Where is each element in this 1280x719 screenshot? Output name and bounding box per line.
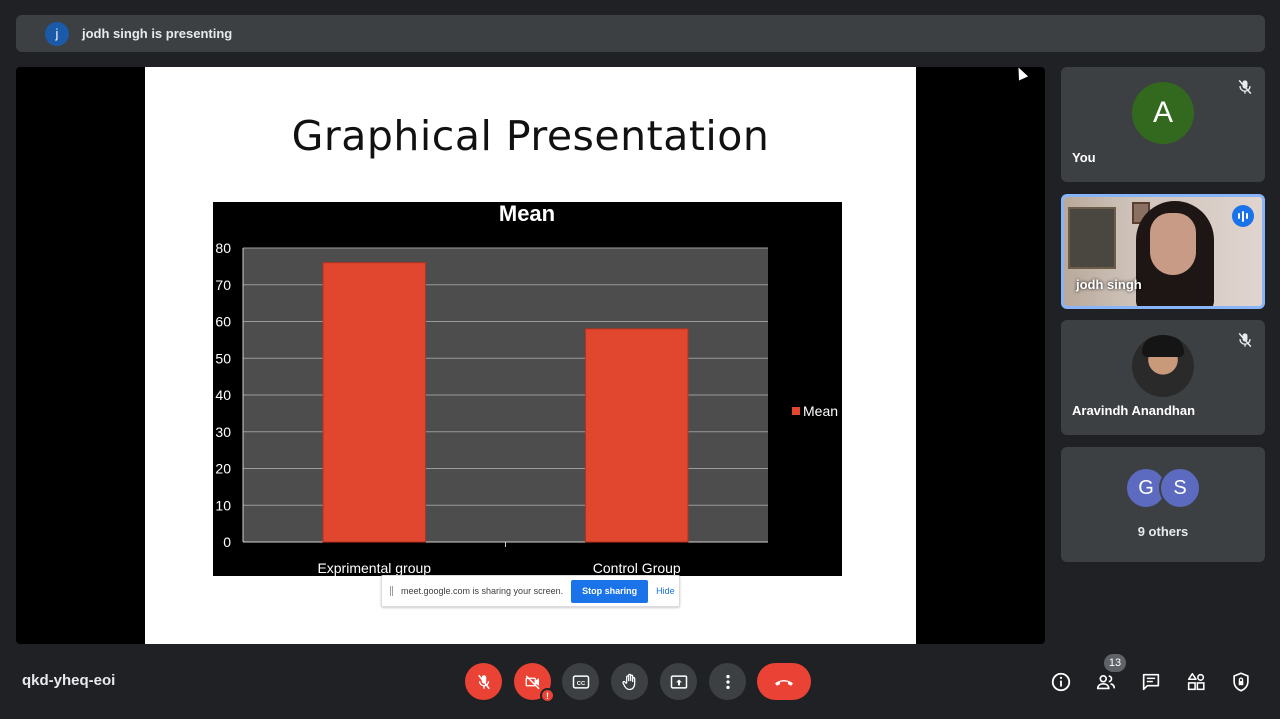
share-notice-text: meet.google.com is sharing your screen.	[401, 586, 564, 596]
x-tick-label: Control Group	[593, 560, 681, 576]
mic-off-icon	[1238, 79, 1252, 95]
more-icon	[725, 674, 730, 689]
mic-toggle-button[interactable]	[465, 663, 502, 700]
participant-name: You	[1072, 150, 1096, 165]
participant-tile-jodh-singh[interactable]: jodh singh	[1061, 194, 1265, 309]
camera-toggle-button[interactable]: !	[514, 663, 555, 703]
slide-title: Graphical Presentation	[291, 112, 770, 160]
participant-name: Aravindh Anandhan	[1072, 403, 1196, 418]
chat-icon	[1142, 673, 1160, 691]
presenting-text: jodh singh is presenting	[82, 26, 233, 41]
drag-handle-icon[interactable]	[390, 586, 393, 596]
meeting-details-button[interactable]	[1048, 669, 1074, 695]
y-tick-label: 80	[215, 240, 231, 256]
presentation-stage: Graphical Presentation 0 10 20 30 40 50 60 70 80…	[16, 67, 1045, 644]
video-background-board	[1068, 207, 1116, 269]
presenter-avatar: j	[45, 21, 69, 46]
raise-hand-button[interactable]	[611, 663, 648, 700]
video-person-face	[1150, 213, 1196, 275]
hide-notice-button[interactable]: Hide	[656, 586, 675, 596]
legend-label: Mean	[803, 403, 838, 419]
y-tick-label: 10	[215, 497, 231, 513]
participant-tile-aravindh[interactable]: Aravindh Anandhan	[1061, 320, 1265, 435]
leave-call-button[interactable]	[757, 663, 811, 700]
present-now-button[interactable]	[660, 663, 697, 700]
present-icon	[670, 674, 687, 689]
captions-button[interactable]: CC	[562, 663, 599, 700]
y-tick-label: 30	[215, 424, 231, 440]
others-count-label: 9 others	[1137, 524, 1189, 539]
mouse-cursor-icon	[1013, 67, 1029, 81]
y-tick-label: 0	[223, 534, 231, 550]
screen-share-notice: meet.google.com is sharing your screen. …	[381, 575, 680, 607]
bar	[322, 262, 426, 543]
stop-sharing-button[interactable]: Stop sharing	[571, 579, 649, 603]
captions-icon: CC	[572, 674, 589, 689]
others-avatars: G S	[1061, 467, 1265, 509]
end-call-icon	[775, 679, 793, 686]
avatar	[1132, 335, 1194, 397]
legend-swatch	[792, 407, 800, 415]
people-icon	[1096, 675, 1116, 690]
y-tick-label: 50	[215, 350, 231, 366]
participant-name: jodh singh	[1076, 277, 1142, 292]
info-icon	[1051, 672, 1071, 692]
y-tick-label: 70	[215, 277, 231, 293]
host-controls-icon	[1233, 672, 1249, 692]
x-tick-label: Exprimental group	[317, 560, 431, 576]
participant-tile-you[interactable]: A You	[1061, 67, 1265, 182]
bar-chart: 0 10 20 30 40 50 60 70 80 Exprimental group Contro…	[213, 202, 842, 576]
warning-badge: !	[540, 688, 555, 703]
y-tick-label: 40	[215, 387, 231, 403]
mic-off-icon	[1238, 332, 1252, 348]
speaking-indicator-icon	[1232, 205, 1254, 227]
camera-off-icon	[525, 674, 540, 689]
activities-button[interactable]	[1183, 669, 1209, 695]
avatar: S	[1159, 467, 1201, 509]
meeting-code: qkd-yheq-eoi	[22, 672, 116, 689]
raise-hand-icon	[621, 673, 635, 690]
svg-text:CC: CC	[576, 680, 585, 686]
host-controls-button[interactable]	[1228, 669, 1254, 695]
mic-off-icon	[477, 674, 490, 689]
more-options-button[interactable]	[709, 663, 746, 700]
presenting-banner: j jodh singh is presenting	[16, 15, 1265, 52]
slide: Graphical Presentation 0 10 20 30 40 50 60 70 80…	[145, 67, 916, 644]
people-button[interactable]	[1093, 669, 1119, 695]
activities-icon	[1187, 672, 1205, 691]
people-count-badge: 13	[1104, 654, 1126, 672]
y-tick-label: 20	[215, 461, 231, 477]
chart-title: Mean	[499, 202, 555, 226]
chat-button[interactable]	[1138, 669, 1164, 695]
chart-svg: 0 10 20 30 40 50 60 70 80 Exprimental group Contro…	[215, 202, 838, 576]
bar	[585, 328, 689, 543]
avatar: A	[1132, 82, 1194, 144]
participant-tile-others[interactable]: G S 9 others	[1061, 447, 1265, 562]
y-tick-label: 60	[215, 314, 231, 330]
